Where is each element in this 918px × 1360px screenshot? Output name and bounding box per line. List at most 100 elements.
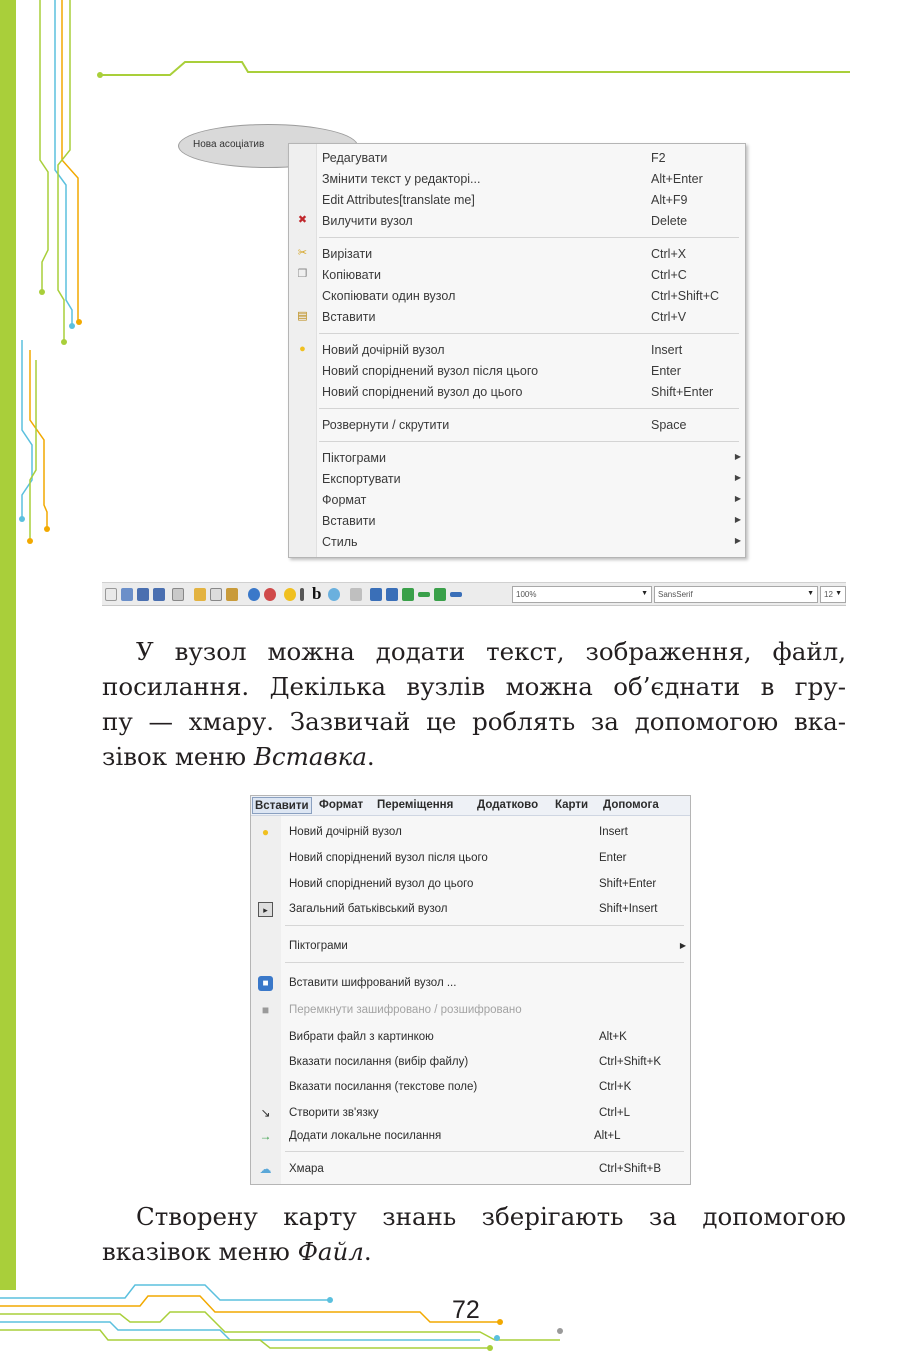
filter-icon[interactable]	[350, 588, 362, 601]
delete-icon: ✖	[297, 214, 308, 226]
menu-name-emphasis: Вставка	[253, 742, 367, 771]
menu-separator	[319, 333, 739, 334]
cloud-icon: ☁	[259, 1162, 272, 1176]
zoom-in-icon[interactable]	[402, 588, 414, 601]
cut-icon[interactable]	[194, 588, 206, 601]
menu-separator	[285, 962, 684, 963]
submenu-arrow-icon: ▶	[679, 941, 686, 950]
menu-item-edit-attributes[interactable]: Edit Attributes[translate me] Alt+F9	[289, 190, 745, 210]
menu-item-new-sibling-after[interactable]: Новий споріднений вузол після цього Ente…	[251, 848, 690, 870]
paragraph-line: пу — хмару. Зазвичай це роблять за допом…	[102, 707, 846, 736]
zoom-out-icon[interactable]	[418, 592, 430, 597]
zoom-select[interactable]: 100% ▼	[512, 586, 652, 603]
menu-item-cut[interactable]: ✂ Вирізати Ctrl+X	[289, 244, 745, 264]
nav-left-icon[interactable]	[370, 588, 382, 601]
menu-item-link-text[interactable]: Вказати посилання (текстове поле) Ctrl+K	[251, 1077, 690, 1099]
menu-item-delete-node[interactable]: ✖ Вилучити вузол Delete	[289, 211, 745, 231]
paragraph-intro: У вузол можна додати текст, зображення, …	[102, 634, 846, 774]
lightbulb-icon: ●	[261, 825, 270, 839]
menubar-item-format[interactable]: Формат	[319, 799, 363, 811]
menu-item-create-connector[interactable]: ↘ Створити зв'язку Ctrl+L	[251, 1103, 690, 1125]
arrow-link-icon: →	[259, 1129, 272, 1143]
menu-item-export[interactable]: Експортувати ▶	[289, 469, 745, 489]
insert-menu: Вставити Формат Переміщення Додатково Ка…	[250, 795, 691, 1185]
submenu-arrow-icon: ▶	[734, 494, 741, 503]
menu-separator	[319, 408, 739, 409]
menubar-item-tools[interactable]: Додатково	[477, 799, 538, 811]
menu-item-icons[interactable]: Піктограми ▶	[289, 448, 745, 468]
page-number: 72	[452, 1296, 480, 1324]
paragraph-line: У вузол можна додати текст, зображення, …	[136, 637, 846, 666]
menu-item-new-child[interactable]: ● Новий дочірній вузол Insert	[251, 822, 690, 844]
dropdown-arrow-icon: ▼	[807, 590, 814, 597]
paragraph-line: Створену карту знань зберігають за допом…	[136, 1202, 846, 1231]
menu-item-copy[interactable]: ❐ Копіювати Ctrl+C	[289, 265, 745, 285]
menu-item-format[interactable]: Формат ▶	[289, 490, 745, 510]
connector-icon: ↘	[260, 1106, 271, 1120]
new-file-icon[interactable]	[105, 588, 117, 601]
node-context-menu: Редагувати F2 Змінити текст у редакторі.…	[288, 143, 746, 558]
remove-icon[interactable]	[450, 592, 462, 597]
nav-right-icon[interactable]	[386, 588, 398, 601]
menubar-item-maps[interactable]: Карти	[555, 799, 588, 811]
save-icon[interactable]	[137, 588, 149, 601]
menu-item-fold-toggle[interactable]: Розвернути / скрутити Space	[289, 415, 745, 435]
redo-icon[interactable]	[264, 588, 276, 601]
menu-item-insert-encrypted[interactable]: ■ Вставити шифрований вузол ...	[251, 973, 690, 995]
dropdown-arrow-icon: ▼	[641, 590, 648, 597]
menu-item-new-sibling-before[interactable]: Новий споріднений вузол до цього Shift+E…	[251, 874, 690, 896]
cut-icon: ✂	[297, 247, 308, 259]
font-size-select[interactable]: 12 ▼	[820, 586, 846, 603]
lightbulb-icon[interactable]	[284, 588, 296, 601]
copy-icon[interactable]	[210, 588, 222, 601]
menubar: Вставити Формат Переміщення Додатково Ка…	[251, 796, 690, 816]
menu-item-copy-single[interactable]: Скопіювати один вузол Ctrl+Shift+C	[289, 286, 745, 306]
menu-separator	[319, 441, 739, 442]
paragraph-line: посилання. Декілька вузлів можна об’єдна…	[102, 672, 846, 701]
menu-item-edit[interactable]: Редагувати F2	[289, 148, 745, 168]
menu-separator	[285, 925, 684, 926]
italic-icon[interactable]	[300, 588, 304, 601]
lightbulb-icon: ●	[299, 343, 306, 355]
menu-item-insert[interactable]: Вставити ▶	[289, 511, 745, 531]
menubar-item-help[interactable]: Допомога	[603, 799, 659, 811]
submenu-arrow-icon: ▶	[734, 515, 741, 524]
parent-node-icon: ▸	[258, 902, 273, 917]
submenu-arrow-icon: ▶	[734, 536, 741, 545]
menu-item-new-sibling-before[interactable]: Новий споріднений вузол до цього Shift+E…	[289, 382, 745, 402]
add-icon[interactable]	[434, 588, 446, 601]
paragraph-line: зівок меню Вставка.	[102, 742, 375, 771]
menubar-item-navigation[interactable]: Переміщення	[377, 799, 453, 811]
menu-item-paste[interactable]: ▤ Вставити Ctrl+V	[289, 307, 745, 327]
submenu-arrow-icon: ▶	[734, 452, 741, 461]
menu-item-icons[interactable]: Піктограми ▶	[251, 936, 690, 958]
print-icon[interactable]	[172, 588, 184, 601]
menu-item-choose-image[interactable]: Вибрати файл з картинкою Alt+K	[251, 1027, 690, 1049]
font-select[interactable]: SansSerif ▼	[654, 586, 818, 603]
paste-icon[interactable]	[226, 588, 238, 601]
menubar-item-insert[interactable]: Вставити	[252, 797, 312, 814]
submenu-arrow-icon: ▶	[734, 473, 741, 482]
menu-item-toggle-encryption: ■ Перемкнути зашифровано / розшифровано	[251, 1000, 690, 1022]
menu-item-local-link[interactable]: → Додати локальне посилання Alt+L	[251, 1126, 690, 1148]
menu-item-style[interactable]: Стиль ▶	[289, 532, 745, 552]
menu-name-emphasis: Файл	[297, 1237, 364, 1266]
menu-item-cloud[interactable]: ☁ Хмара Ctrl+Shift+B	[251, 1159, 690, 1181]
menu-separator	[285, 1151, 684, 1152]
copy-icon: ❐	[297, 268, 308, 280]
menu-item-new-child[interactable]: ● Новий дочірній вузол Insert	[289, 340, 745, 360]
menu-item-common-parent[interactable]: ▸ Загальний батьківський вузол Shift+Ins…	[251, 899, 690, 921]
menu-separator	[319, 237, 739, 238]
main-toolbar: b 100% ▼ SansSerif ▼ 12 ▼	[102, 582, 846, 606]
cloud-icon[interactable]	[328, 588, 340, 601]
undo-icon[interactable]	[248, 588, 260, 601]
bold-icon[interactable]: b	[312, 584, 321, 604]
save-as-icon[interactable]	[153, 588, 165, 601]
dropdown-arrow-icon: ▼	[835, 590, 842, 597]
menu-item-new-sibling-after[interactable]: Новий споріднений вузол після цього Ente…	[289, 361, 745, 381]
lock-icon: ■	[258, 976, 273, 991]
open-file-icon[interactable]	[121, 588, 133, 601]
menu-item-link-file[interactable]: Вказати посилання (вибір файлу) Ctrl+Shi…	[251, 1052, 690, 1074]
paragraph-line: вказівок меню Файл.	[102, 1237, 372, 1266]
menu-item-edit-in-editor[interactable]: Змінити текст у редакторі... Alt+Enter	[289, 169, 745, 189]
